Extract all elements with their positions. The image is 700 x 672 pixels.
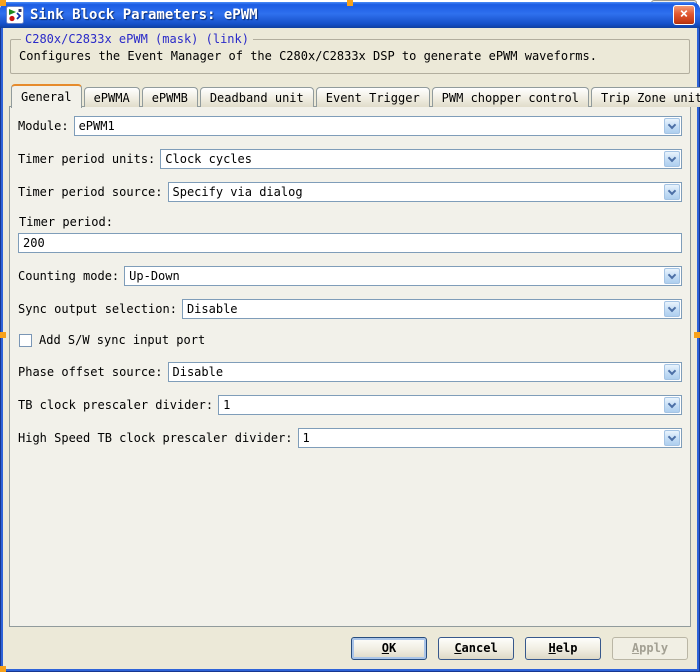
tab-deadband-unit[interactable]: Deadband unit — [200, 87, 314, 107]
timer-period-units-row: Timer period units: Clock cycles — [18, 149, 682, 169]
selection-handle — [347, 0, 353, 6]
timer-period-label: Timer period: — [19, 215, 682, 229]
sw-sync-input-port-label: Add S/W sync input port — [39, 333, 205, 347]
timer-period-units-select[interactable]: Clock cycles — [160, 149, 682, 169]
counting-mode-row: Counting mode: Up-Down — [18, 266, 682, 286]
selection-handle — [0, 332, 6, 338]
ok-button[interactable]: OK — [351, 637, 427, 660]
phase-offset-source-row: Phase offset source: Disable — [18, 362, 682, 382]
tab-epwma[interactable]: ePWMA — [84, 87, 140, 107]
sw-sync-input-port-checkbox[interactable] — [19, 334, 32, 347]
sw-sync-input-port-row: Add S/W sync input port — [19, 332, 682, 348]
phase-offset-source-value: Disable — [173, 365, 224, 379]
tb-clock-prescaler-label: TB clock prescaler divider: — [18, 398, 213, 412]
button-bar: OK Cancel Help Apply — [9, 627, 691, 669]
sync-output-selection-label: Sync output selection: — [18, 302, 177, 316]
timer-period-source-row: Timer period source: Specify via dialog — [18, 182, 682, 202]
tab-general[interactable]: General — [11, 84, 82, 108]
chevron-down-icon[interactable] — [664, 151, 680, 167]
mask-type-label: C280x/C2833x ePWM (mask) (link) — [21, 32, 253, 46]
selection-handle — [0, 0, 6, 6]
module-row: Module: ePWM1 — [18, 116, 682, 136]
tab-event-trigger[interactable]: Event Trigger — [316, 87, 430, 107]
phase-offset-source-select[interactable]: Disable — [168, 362, 683, 382]
mask-group-box: C280x/C2833x ePWM (mask) (link) Configur… — [10, 32, 690, 74]
mask-description: Configures the Event Manager of the C280… — [19, 49, 683, 63]
chevron-down-icon[interactable] — [664, 430, 680, 446]
tb-clock-prescaler-select[interactable]: 1 — [218, 395, 682, 415]
timer-period-source-value: Specify via dialog — [173, 185, 303, 199]
tb-clock-prescaler-value: 1 — [223, 398, 230, 412]
timer-period-units-value: Clock cycles — [165, 152, 252, 166]
simulink-icon — [6, 6, 24, 24]
sync-output-selection-row: Sync output selection: Disable — [18, 299, 682, 319]
help-button[interactable]: Help — [525, 637, 601, 660]
chevron-down-icon[interactable] — [664, 118, 680, 134]
selection-handle — [694, 332, 700, 338]
chevron-down-icon[interactable] — [664, 268, 680, 284]
timer-period-units-label: Timer period units: — [18, 152, 155, 166]
selection-handle — [0, 666, 6, 672]
apply-button: Apply — [612, 637, 688, 660]
hs-tb-clock-prescaler-row: High Speed TB clock prescaler divider: 1 — [18, 428, 682, 448]
sync-output-selection-select[interactable]: Disable — [182, 299, 682, 319]
chevron-down-icon[interactable] — [664, 184, 680, 200]
counting-mode-value: Up-Down — [129, 269, 180, 283]
module-label: Module: — [18, 119, 69, 133]
chevron-down-icon[interactable] — [664, 364, 680, 380]
timer-period-source-label: Timer period source: — [18, 185, 163, 199]
tab-pwm-chopper-control[interactable]: PWM chopper control — [432, 87, 589, 107]
tab-epwmb[interactable]: ePWMB — [142, 87, 198, 107]
tab-panel-general: Module: ePWM1 Timer period units: Clock … — [9, 106, 691, 627]
phase-offset-source-label: Phase offset source: — [18, 365, 163, 379]
module-value: ePWM1 — [79, 119, 115, 133]
chevron-down-icon[interactable] — [664, 397, 680, 413]
hs-tb-clock-prescaler-value: 1 — [303, 431, 310, 445]
dialog-client-area: C280x/C2833x ePWM (mask) (link) Configur… — [3, 28, 697, 669]
tb-clock-prescaler-row: TB clock prescaler divider: 1 — [18, 395, 682, 415]
hs-tb-clock-prescaler-label: High Speed TB clock prescaler divider: — [18, 431, 293, 445]
window-title: Sink Block Parameters: ePWM — [30, 7, 258, 23]
timer-period-source-select[interactable]: Specify via dialog — [168, 182, 683, 202]
sync-output-selection-value: Disable — [187, 302, 238, 316]
cancel-button[interactable]: Cancel — [438, 637, 514, 660]
counting-mode-select[interactable]: Up-Down — [124, 266, 682, 286]
tab-strip: General ePWMA ePWMB Deadband unit Event … — [11, 84, 691, 107]
counting-mode-label: Counting mode: — [18, 269, 119, 283]
sink-block-parameters-dialog: Sink Block Parameters: ePWM × C280x/C283… — [0, 2, 700, 672]
timer-period-input[interactable] — [18, 233, 682, 253]
tab-trip-zone-unit[interactable]: Trip Zone unit — [591, 87, 700, 107]
module-select[interactable]: ePWM1 — [74, 116, 682, 136]
hs-tb-clock-prescaler-select[interactable]: 1 — [298, 428, 682, 448]
chevron-down-icon[interactable] — [664, 301, 680, 317]
close-icon[interactable]: × — [673, 5, 695, 25]
